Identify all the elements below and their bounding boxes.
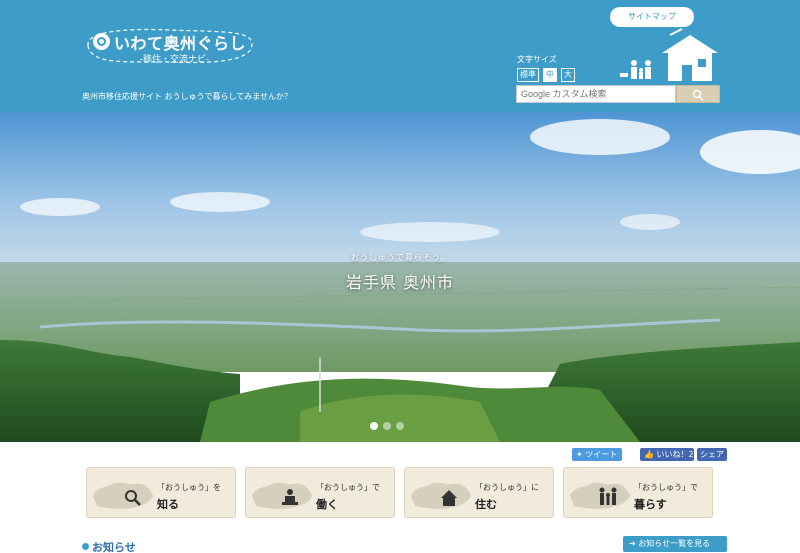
font-size-large-button[interactable]: 大 — [561, 68, 575, 82]
hero-catch-big: 岩手県 奥州市 — [345, 273, 455, 292]
slide-indicators — [370, 415, 409, 434]
card-lifestyle[interactable]: 「おうしゅう」で 暮らす — [563, 467, 713, 518]
site-header: いわて奥州ぐらし -移住・交流ナビ- 奥州市移住応援サイト おうしゅうで暮らして… — [0, 0, 800, 112]
font-size-standard-button[interactable]: 標準 — [517, 68, 539, 82]
hero-slideshow[interactable]: おうしゅうで暮らそう。 岩手県 奥州市 — [0, 112, 800, 442]
news-heading: お知らせ — [82, 539, 136, 553]
news-list-button[interactable]: ➜ お知らせ一覧を見る — [623, 536, 727, 552]
thumbs-up-icon: 👍 — [644, 450, 654, 459]
card-work[interactable]: 「おうしゅう」で 働く — [245, 467, 395, 518]
magnifier-icon — [93, 482, 153, 509]
card-live-quote: 「おうしゅう」に — [475, 483, 539, 492]
hero-catchcopy: おうしゅうで暮らそう。 岩手県 奥州市 — [0, 252, 800, 293]
like-button[interactable]: 👍 いいね！2 — [640, 448, 694, 461]
twitter-bird-icon: ✦ — [576, 450, 586, 459]
hero-catch-small: おうしゅうで暮らそう。 — [350, 253, 450, 262]
card-lifestyle-verb: 暮らす — [634, 498, 667, 511]
search-input[interactable] — [519, 87, 673, 101]
slide-dot-2[interactable] — [383, 422, 391, 430]
sitemap-link[interactable]: サイトマップ — [610, 7, 694, 27]
slide-dot-3[interactable] — [396, 422, 404, 430]
font-size-label: 文字サイズ — [517, 55, 557, 64]
tweet-button[interactable]: ✦ ツイート — [572, 448, 622, 461]
site-logo[interactable]: いわて奥州ぐらし -移住・交流ナビ- — [80, 24, 256, 70]
site-tagline: 奥州市移住応援サイト おうしゅうで暮らしてみませんか？ — [82, 92, 293, 101]
house-icon — [411, 482, 471, 509]
slide-dot-1[interactable] — [370, 422, 378, 430]
card-know[interactable]: 「おうしゅう」を 知る — [86, 467, 236, 518]
circle-arrow-icon: ➜ — [629, 539, 639, 548]
family-icon — [570, 482, 630, 509]
card-lifestyle-quote: 「おうしゅう」で — [634, 483, 698, 492]
search-button[interactable] — [676, 85, 720, 103]
card-know-verb: 知る — [157, 498, 179, 511]
logo-title: いわて奥州ぐらし — [114, 34, 247, 53]
logo-subtitle: -移住・交流ナビ- — [140, 55, 210, 65]
worker-icon — [252, 482, 312, 509]
house-illustration-icon — [620, 28, 718, 81]
card-work-verb: 働く — [316, 498, 338, 511]
card-work-quote: 「おうしゅう」で — [316, 483, 380, 492]
card-know-quote: 「おうしゅう」を — [157, 483, 221, 492]
logo-mark-icon — [93, 33, 110, 50]
font-size-medium-button[interactable]: 中 — [543, 68, 557, 82]
share-button[interactable]: シェア — [697, 448, 727, 461]
card-live-verb: 住む — [475, 498, 497, 511]
search-icon — [692, 89, 704, 101]
card-live[interactable]: 「おうしゅう」に 住む — [404, 467, 554, 518]
search-box — [516, 85, 676, 103]
